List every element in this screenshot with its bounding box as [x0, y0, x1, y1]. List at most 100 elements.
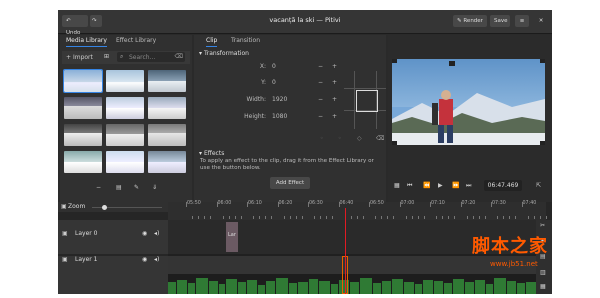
crop-handle-corner[interactable]	[392, 141, 397, 145]
media-thumbnail[interactable]	[64, 124, 102, 146]
clear-transform-icon[interactable]: ⌫	[376, 135, 384, 142]
waveform-segment	[475, 280, 485, 294]
go-to-end-icon[interactable]: ⏭	[466, 182, 471, 190]
crop-handle-corner[interactable]	[540, 59, 545, 63]
ruler-subtick	[454, 216, 456, 219]
layer-name: Layer 1	[75, 256, 98, 263]
video-clip[interactable]: Lar	[226, 222, 238, 252]
ruler-subtick	[204, 216, 206, 219]
tag-icon[interactable]: ✎	[134, 184, 139, 191]
time-display[interactable]: 06:47.469	[484, 180, 522, 191]
height-decrease-icon[interactable]: −	[318, 113, 323, 120]
effects-expander[interactable]: ▾ Effects	[199, 150, 224, 157]
waveform-segment	[309, 279, 318, 294]
transformation-expander[interactable]: ▾ Transformation	[199, 50, 249, 57]
height-value[interactable]: 1080	[272, 113, 287, 120]
save-button[interactable]: Save	[490, 15, 510, 27]
forward-icon[interactable]: ⏩	[452, 182, 459, 189]
width-value[interactable]: 1920	[272, 96, 287, 103]
remove-icon[interactable]: −	[96, 184, 101, 191]
media-thumbnail[interactable]	[106, 97, 144, 119]
ruler-label: 07:10	[431, 201, 445, 206]
crop-handle-corner[interactable]	[392, 59, 397, 63]
play-icon[interactable]: ▶	[438, 182, 443, 189]
media-thumbnail[interactable]	[148, 124, 186, 146]
zoom-slider-knob[interactable]	[102, 205, 107, 210]
transform-box[interactable]	[356, 90, 378, 112]
y-decrease-icon[interactable]: −	[318, 79, 323, 86]
ruler-subtick	[271, 216, 273, 219]
eye-icon[interactable]: ◉	[142, 256, 147, 263]
waveform-segment	[434, 281, 443, 294]
crop-handle-corner[interactable]	[540, 141, 545, 145]
clear-icon[interactable]: ⌫	[175, 53, 183, 60]
media-thumbnail[interactable]	[64, 97, 102, 119]
ruler-subtick	[259, 216, 261, 219]
group-icon[interactable]: ▥	[540, 269, 546, 276]
view-toggle-icon[interactable]: ⊞	[104, 53, 109, 60]
width-decrease-icon[interactable]: −	[318, 96, 323, 103]
waveform-segment	[247, 280, 257, 294]
media-thumbnail[interactable]	[148, 70, 186, 92]
ruler-subtick	[326, 216, 328, 219]
time-ruler[interactable]: 05:50 06:00 06:10 06:20 06:30 06:40 06:50 07:00…	[168, 201, 547, 220]
ruler-subtick	[295, 216, 297, 219]
ruler-subtick	[301, 216, 303, 219]
insert-icon[interactable]: ⇓	[152, 184, 157, 191]
close-button[interactable]: ✕	[534, 15, 548, 27]
x-decrease-icon[interactable]: −	[318, 63, 323, 70]
undock-icon[interactable]: ⇱	[536, 182, 541, 189]
crop-handle-top-left[interactable]	[449, 61, 455, 66]
grid-icon[interactable]: ▦	[394, 182, 400, 189]
clip-properties-icon[interactable]: ▤	[116, 184, 122, 191]
align-icon[interactable]: ▦	[540, 283, 546, 290]
add-effect-button[interactable]: Add Effect	[270, 177, 310, 189]
y-increase-icon[interactable]: +	[332, 79, 337, 86]
layer-name: Layer 0	[75, 230, 98, 237]
media-thumbnail[interactable]	[148, 151, 186, 173]
media-thumbnail[interactable]	[106, 124, 144, 146]
media-thumbnail[interactable]	[148, 97, 186, 119]
waveform-segment	[415, 284, 422, 294]
speaker-icon[interactable]: ◂)	[154, 230, 159, 237]
align-dot-icon[interactable]: ◦	[338, 135, 342, 142]
x-value[interactable]: 0	[272, 63, 276, 70]
playhead[interactable]	[345, 208, 346, 294]
search-input[interactable]: Search...	[129, 54, 155, 61]
align-diamond-icon[interactable]: ◇	[357, 135, 362, 142]
tab-transition[interactable]: Transition	[231, 37, 260, 44]
waveform-segment	[423, 280, 433, 294]
speaker-icon[interactable]: ◂)	[154, 256, 159, 263]
layer-handle-icon[interactable]: ▣	[62, 230, 68, 237]
media-thumbnail[interactable]	[106, 70, 144, 92]
ruler-subtick	[515, 216, 517, 219]
ruler-subtick	[472, 216, 474, 219]
search-field[interactable]: ⌕ Search... ⌫	[117, 52, 185, 62]
rewind-icon[interactable]: ⏪	[423, 182, 430, 189]
align-dot-icon[interactable]: ◦	[320, 135, 324, 142]
media-thumbnail[interactable]	[64, 151, 102, 173]
video-preview[interactable]	[392, 59, 545, 145]
menu-button[interactable]: ≡	[515, 15, 529, 27]
close-icon: ✕	[538, 18, 544, 24]
x-increase-icon[interactable]: +	[332, 63, 337, 70]
ruler-subtick	[198, 216, 200, 219]
media-thumbnail[interactable]	[63, 69, 103, 93]
width-increase-icon[interactable]: +	[332, 96, 337, 103]
height-increase-icon[interactable]: +	[332, 113, 337, 120]
audio-waveform	[168, 274, 536, 294]
y-value[interactable]: 0	[272, 79, 276, 86]
layer-handle-icon[interactable]: ▣	[62, 256, 68, 263]
media-thumbnail[interactable]	[106, 151, 144, 173]
tab-effect-library[interactable]: Effect Library	[116, 37, 156, 44]
layer-1-video-strip	[168, 256, 536, 274]
go-to-start-icon[interactable]: ⏮	[407, 182, 412, 190]
split-icon[interactable]: ✂	[540, 222, 545, 229]
eye-icon[interactable]: ◉	[142, 230, 147, 237]
tab-clip[interactable]: Clip	[206, 37, 218, 47]
import-button[interactable]: + Import	[66, 54, 93, 61]
waveform-segment	[526, 282, 536, 294]
render-button[interactable]: ✎ Render	[453, 15, 487, 27]
tab-media-library[interactable]: Media Library	[66, 37, 107, 47]
width-label: Width:	[246, 96, 266, 103]
